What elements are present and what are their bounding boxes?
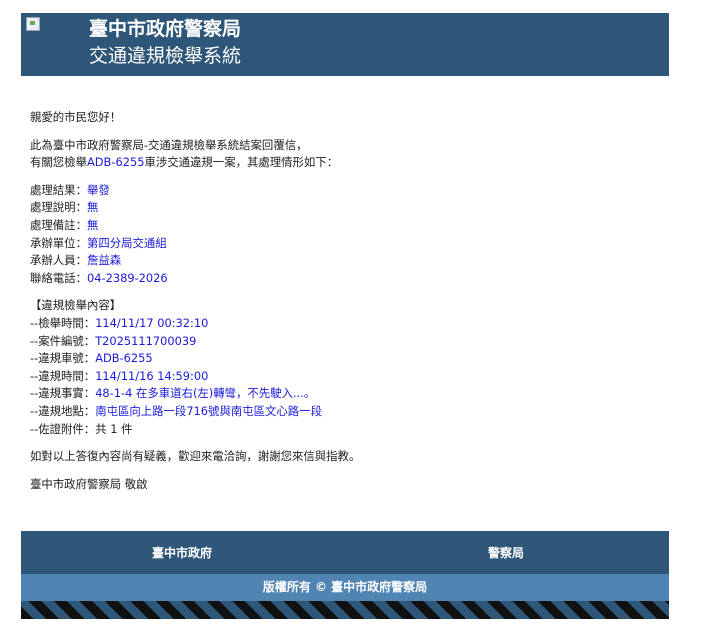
closing-text: 如對以上答復內容尚有疑義，歡迎來電洽詢，謝謝您來信與指教。 <box>30 449 361 464</box>
result-row: 處理結果：舉發 <box>30 182 110 197</box>
system-title: 交通違規檢舉系統 <box>89 45 242 67</box>
result-row: 聯絡電話：04-2389-2026 <box>30 270 168 285</box>
report-row: --案件編號：T2025111700039 <box>30 333 197 348</box>
broken-image-icon <box>26 17 40 31</box>
greeting: 親愛的市民您好！ <box>30 110 122 124</box>
result-row: 承辦人員：詹益森 <box>30 253 122 268</box>
intro-line-1: 此為臺中市政府警察局-交通違規檢舉系統結案回覆信， <box>30 137 308 152</box>
report-row: --佐證附件：共 1 件 <box>30 421 133 436</box>
report-heading: 【違規檢舉內容】 <box>30 298 122 313</box>
footer-bar: 臺中市政府 警察局 <box>21 531 669 574</box>
report-row: --違規時間：114/11/16 14:59:00 <box>30 368 209 383</box>
report-row: --違規地點：南屯區向上路一段716號與南屯區文心路一段 <box>30 403 322 418</box>
message-body: 親愛的市民您好！ 此為臺中市政府警察局-交通違規檢舉系統結案回覆信， 有關您檢舉… <box>30 109 660 493</box>
email-container: 臺中市政府警察局 交通違規檢舉系統 <box>21 13 669 76</box>
report-row: --違規事實：48-1-4 在多車道右(左)轉彎，不先駛入...。 <box>30 386 316 401</box>
result-row: 處理說明：無 <box>30 200 99 215</box>
result-row: 處理備註：無 <box>30 217 99 232</box>
result-list: 處理結果：舉發 處理說明：無 處理備註：無 承辦單位：第四分局交通組 承辦人員：… <box>30 182 660 288</box>
intro-line-2: 有關您檢舉ADB-6255車涉交通違規一案，其處理情形如下： <box>30 155 339 170</box>
footer-container: 臺中市政府 警察局 版權所有 © 臺中市政府警察局 <box>21 531 669 619</box>
signature: 臺中市政府警察局 敬啟 <box>30 476 148 491</box>
report-row: --違規車號：ADB-6255 <box>30 351 153 366</box>
result-row: 承辦單位：第四分局交通組 <box>30 235 167 250</box>
org-title: 臺中市政府警察局 <box>89 18 242 40</box>
copyright-bar: 版權所有 © 臺中市政府警察局 <box>21 574 669 601</box>
plate-number: ADB-6255 <box>86 155 145 170</box>
footer-right: 警察局 <box>488 546 525 560</box>
report-details: 【違規檢舉內容】 --檢舉時間：114/11/17 00:32:10 --案件編… <box>30 297 660 438</box>
hazard-stripe <box>21 601 669 619</box>
header-banner: 臺中市政府警察局 交通違規檢舉系統 <box>21 13 669 76</box>
report-row: --檢舉時間：114/11/17 00:32:10 <box>30 315 209 330</box>
footer-left: 臺中市政府 <box>152 546 213 560</box>
